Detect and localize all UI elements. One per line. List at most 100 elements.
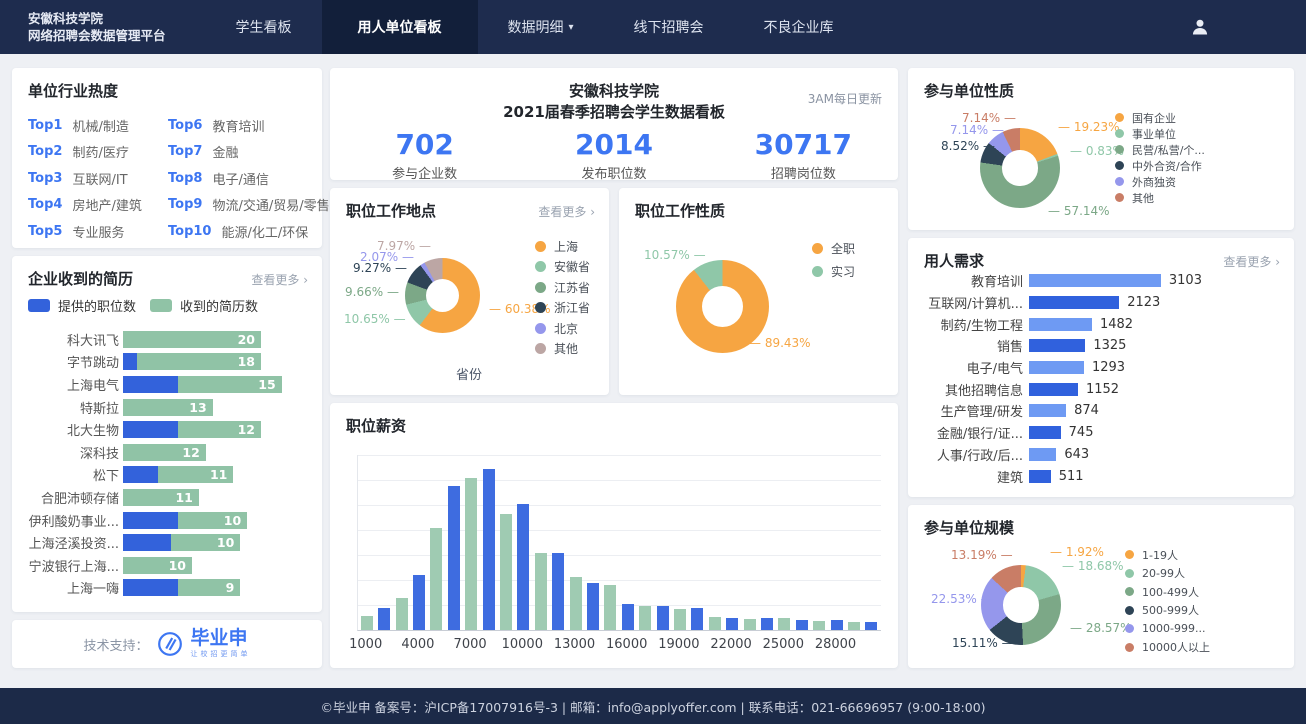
company-label: 北大生物 <box>28 420 123 439</box>
bar-value: 11 <box>175 490 192 505</box>
provided-jobs-bar <box>123 534 171 551</box>
legend-item[interactable]: 上海 <box>535 240 590 252</box>
received-resumes-bar: 10 <box>171 534 240 551</box>
legend-item[interactable]: 其他 <box>535 343 590 355</box>
salary-histogram[interactable] <box>357 455 881 631</box>
legend-swatch-provided <box>28 299 50 312</box>
legend-item[interactable]: 实习 <box>812 265 855 277</box>
view-more-link[interactable]: 查看更多 › <box>251 271 308 288</box>
salary-bar <box>500 514 512 630</box>
legend-item[interactable]: 事业单位 <box>1115 128 1205 139</box>
nav-student-board[interactable]: 学生看板 <box>206 0 322 54</box>
legend-item[interactable]: 民营/私营/个... <box>1115 144 1205 155</box>
nav-employer-board[interactable]: 用人单位看板 <box>322 0 478 54</box>
stacked-bar: 10 <box>123 534 240 551</box>
stacked-bar: 9 <box>123 579 240 596</box>
brand-line2: 网络招聘会数据管理平台 <box>28 27 166 44</box>
pie-label: 8.52% <box>941 139 995 153</box>
legend-item[interactable]: 浙江省 <box>535 302 590 314</box>
pie-label: 22.53% <box>931 592 993 606</box>
legend-item[interactable]: 全职 <box>812 242 855 254</box>
demand-category-label: 教育培训 <box>924 271 1029 290</box>
industry-name: 教育培训 <box>212 116 264 135</box>
industry-rank-item: Top4房地产/建筑 <box>28 192 168 219</box>
provided-jobs-bar <box>123 512 178 529</box>
demand-value: 3103 <box>1169 273 1202 288</box>
chevron-down-icon: ▾ <box>569 22 574 33</box>
legend-item[interactable]: 1-19人 <box>1125 549 1210 560</box>
nav-label: 学生看板 <box>236 17 292 37</box>
legend-item[interactable]: 10000人以上 <box>1125 642 1210 653</box>
salary-bar <box>587 583 599 630</box>
legend-item[interactable]: 安徽省 <box>535 261 590 273</box>
nav-label: 用人单位看板 <box>358 17 442 37</box>
stat-label: 招聘岗位数 <box>709 163 898 182</box>
legend-item[interactable]: 其他 <box>1115 192 1205 203</box>
salary-bar <box>691 608 703 630</box>
legend-label: 上海 <box>554 238 578 255</box>
demand-category-label: 制药/生物工程 <box>924 315 1029 334</box>
legend-dot <box>812 266 823 277</box>
nav-offline-fair[interactable]: 线下招聘会 <box>604 0 734 54</box>
legend-dot <box>1125 550 1134 559</box>
industry-name: 物流/交通/贸易/零售 <box>212 195 329 214</box>
x-axis-name: 省份 <box>456 364 482 383</box>
view-more-link[interactable]: 查看更多 › <box>1223 253 1280 270</box>
salary-bar <box>552 553 564 630</box>
demand-bar-row: 其他招聘信息1152 <box>924 378 1286 400</box>
demand-value: 2123 <box>1127 295 1160 310</box>
provided-jobs-bar <box>123 421 178 438</box>
user-menu[interactable] <box>1190 0 1210 54</box>
stat-companies: 702 参与企业数 <box>330 129 519 182</box>
company-label: 科大讯飞 <box>28 330 123 349</box>
biyeshen-logo: 毕业申 让校招更简单 <box>191 629 251 659</box>
stat-label: 参与企业数 <box>330 163 519 182</box>
nav-bad-company[interactable]: 不良企业库 <box>734 0 864 54</box>
demand-bar-chart[interactable]: 教育培训3103互联网/计算机...2123制药/生物工程1482销售1325电… <box>924 270 1286 487</box>
received-resumes-bar: 12 <box>178 421 261 438</box>
salary-bar <box>465 478 477 630</box>
legend-item[interactable]: 中外合资/合作 <box>1115 160 1205 171</box>
received-resumes-bar: 15 <box>178 376 282 393</box>
legend-dot <box>1115 129 1124 138</box>
demand-bar-row: 生产管理/研发874 <box>924 400 1286 422</box>
panel-company-resumes: 企业收到的简历 查看更多 › 提供的职位数 收到的简历数 科大讯飞20字节跳动1… <box>12 256 322 612</box>
legend-label: 实习 <box>831 263 855 280</box>
legend-item[interactable]: 20-99人 <box>1125 568 1210 579</box>
resume-bar-row: 合肥沛顿存储11 <box>28 486 314 509</box>
industry-name: 金融 <box>212 142 238 161</box>
pie-label: 89.43% <box>749 336 811 350</box>
legend-item[interactable]: 1000-999... <box>1125 623 1210 634</box>
demand-category-label: 建筑 <box>924 467 1029 486</box>
industry-rank: Top2 <box>28 144 62 159</box>
view-more-link[interactable]: 查看更多 › <box>538 203 595 220</box>
bar-value: 18 <box>238 354 255 369</box>
legend-item[interactable]: 国有企业 <box>1115 112 1205 123</box>
legend-item[interactable]: 100-499人 <box>1125 586 1210 597</box>
demand-bar <box>1029 318 1092 331</box>
demand-bar <box>1029 383 1078 396</box>
company-label: 伊利酸奶事业... <box>28 511 123 530</box>
demand-category-label: 人事/行政/后... <box>924 445 1029 464</box>
panel-job-nature: 职位工作性质 89.43% 10.57% 全职实习 <box>619 188 898 395</box>
legend-item[interactable]: 500-999人 <box>1125 605 1210 616</box>
legend-dot <box>1115 113 1124 122</box>
legend-label: 事业单位 <box>1132 126 1176 142</box>
salary-bar <box>396 598 408 630</box>
legend-item[interactable]: 江苏省 <box>535 281 590 293</box>
legend-item[interactable]: 外商独资 <box>1115 176 1205 187</box>
received-resumes-bar: 18 <box>137 353 261 370</box>
x-tick-label: 7000 <box>454 637 487 652</box>
legend-item[interactable]: 北京 <box>535 322 590 334</box>
pie-label: 7.14% <box>950 123 1004 137</box>
nav-data-detail[interactable]: 数据明细▾ <box>478 0 604 54</box>
pie-label: 7.14% <box>962 111 1016 125</box>
stat-value: 30717 <box>709 129 898 161</box>
resume-bar-chart[interactable]: 科大讯飞20字节跳动18上海电气15特斯拉13北大生物12深科技12松下11合肥… <box>28 328 314 599</box>
unit-scale-donut[interactable] <box>981 565 1061 645</box>
job-location-donut[interactable] <box>405 258 480 333</box>
panel-job-location: 职位工作地点 查看更多 › 60.38% 10.65% 9.66% 9.27% … <box>330 188 609 395</box>
update-note: 3AM每日更新 <box>808 90 882 107</box>
pie-label: 9.66% <box>345 285 399 299</box>
resume-bar-row: 科大讯飞20 <box>28 328 314 351</box>
